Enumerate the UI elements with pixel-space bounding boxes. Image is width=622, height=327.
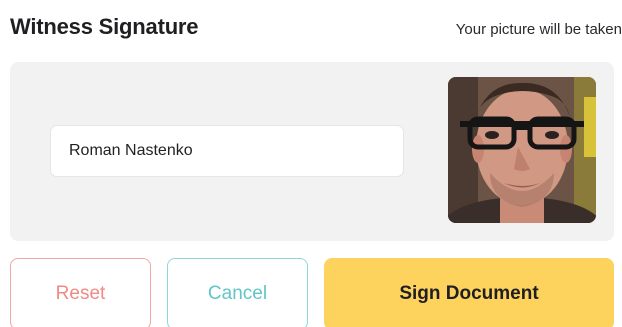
- cancel-button[interactable]: Cancel: [167, 258, 308, 327]
- picture-notice: Your picture will be taken: [455, 21, 622, 38]
- signature-panel: [10, 62, 614, 241]
- signature-header: Witness Signature Your picture will be t…: [10, 12, 622, 46]
- sign-document-button[interactable]: Sign Document: [324, 258, 614, 327]
- reset-button[interactable]: Reset: [10, 258, 151, 327]
- witness-name-input[interactable]: [50, 125, 404, 177]
- witness-photo-image: [448, 77, 596, 223]
- witness-photo: [448, 77, 596, 223]
- page-title: Witness Signature: [10, 14, 199, 39]
